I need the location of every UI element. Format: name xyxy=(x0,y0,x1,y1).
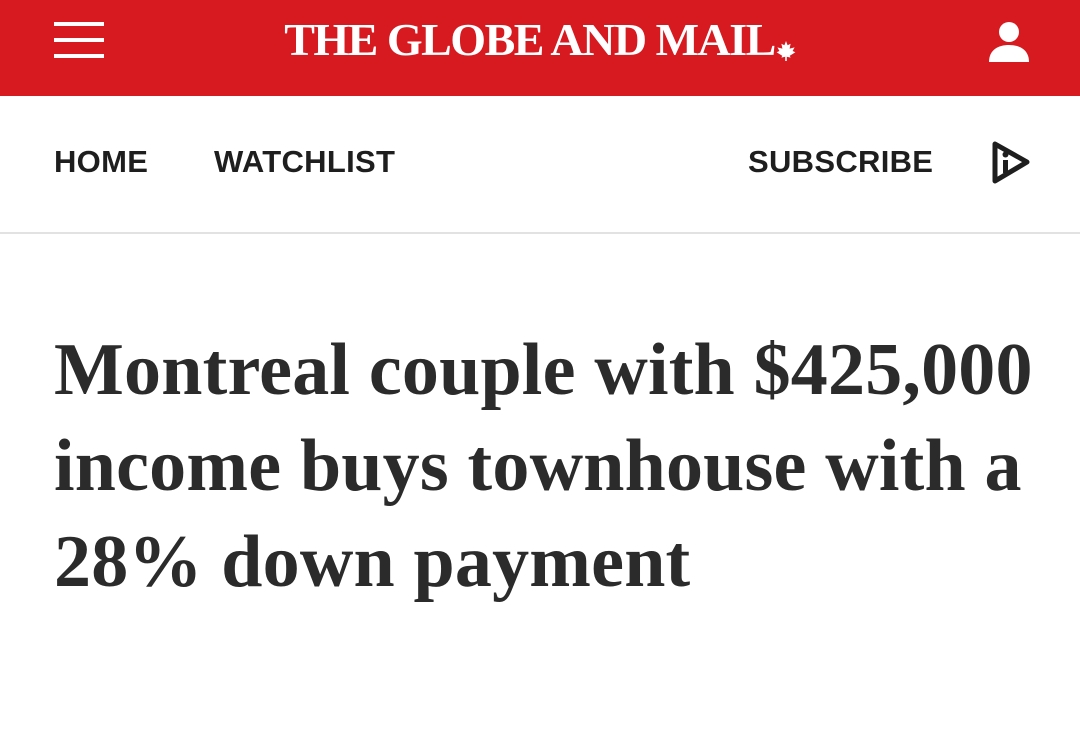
nav-bar: HOME WATCHLIST SUBSCRIBE xyxy=(0,96,1080,234)
nav-watchlist-link[interactable]: WATCHLIST xyxy=(214,142,395,182)
account-button[interactable] xyxy=(986,18,1032,64)
play-video-icon xyxy=(992,141,1030,184)
article-headline[interactable]: Montreal couple with $425,000 income buy… xyxy=(54,322,1054,610)
video-button[interactable] xyxy=(990,140,1032,186)
nav-home-link[interactable]: HOME xyxy=(54,142,148,182)
masthead-logo[interactable]: THE GLOBE AND MAIL xyxy=(0,12,1080,74)
maple-leaf-icon xyxy=(776,18,796,74)
subscribe-link[interactable]: SUBSCRIBE xyxy=(748,142,933,182)
user-account-icon xyxy=(989,22,1029,62)
top-bar: THE GLOBE AND MAIL xyxy=(0,0,1080,96)
brand-name: THE GLOBE AND MAIL xyxy=(284,14,776,65)
